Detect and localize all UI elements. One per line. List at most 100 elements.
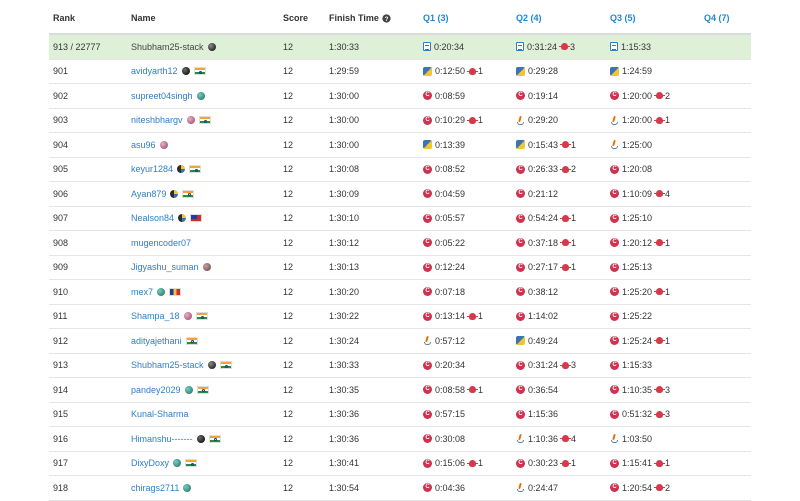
accepted-time: 0:30:23 bbox=[528, 458, 559, 469]
q1-submission-cell[interactable]: 0:08:52 bbox=[423, 158, 465, 182]
accepted-time: 0:12:24 bbox=[435, 262, 466, 273]
user-name-link[interactable]: pandey2029 bbox=[131, 385, 181, 395]
header-rank: Rank bbox=[53, 13, 76, 23]
accepted-time: 1:20:54 bbox=[622, 482, 653, 493]
q2-submission-cell[interactable]: 1:10:36 4 bbox=[516, 427, 576, 451]
accepted-time: 0:08:58 bbox=[435, 384, 466, 395]
name-cell: chirags2711 bbox=[131, 476, 192, 500]
user-name-link[interactable]: asu96 bbox=[131, 140, 156, 150]
rank-value: 903 bbox=[53, 115, 69, 126]
q3-submission-cell[interactable]: 1:20:00 2 bbox=[610, 84, 670, 108]
score-cell: 12 bbox=[283, 60, 293, 84]
user-name-link[interactable]: keyur1284 bbox=[131, 164, 173, 174]
q1-submission-cell[interactable]: 0:57:12 bbox=[423, 329, 465, 353]
q2-submission-cell[interactable]: 0:37:18 1 bbox=[516, 231, 576, 255]
user-name-link[interactable]: Ayan879 bbox=[131, 189, 166, 199]
q3-submission-cell[interactable]: 1:15:33 bbox=[610, 35, 651, 59]
user-name-link[interactable]: mugencoder07 bbox=[131, 238, 191, 248]
q2-submission-cell[interactable]: 0:30:23 1 bbox=[516, 452, 576, 476]
q3-submission-cell[interactable]: 1:24:59 bbox=[610, 60, 652, 84]
q1-submission-cell[interactable]: 0:12:50 1 bbox=[423, 60, 483, 84]
q1-submission-cell[interactable]: 0:20:34 bbox=[423, 35, 464, 59]
rank-cell: 902 bbox=[53, 84, 68, 108]
header-q1[interactable]: Q1 (3) bbox=[423, 13, 449, 23]
header-q2[interactable]: Q2 (4) bbox=[516, 13, 542, 23]
user-name-link[interactable]: Himanshu------- bbox=[131, 434, 193, 444]
q3-submission-cell[interactable]: 1:03:50 bbox=[610, 427, 652, 451]
q1-submission-cell[interactable]: 0:57:15 bbox=[423, 403, 465, 427]
user-name-link[interactable]: Jigyashu_suman bbox=[131, 262, 199, 272]
q3-submission-cell[interactable]: 1:15:33 bbox=[610, 354, 652, 378]
q2-submission-cell[interactable]: 0:36:54 bbox=[516, 378, 558, 402]
q3-submission-cell[interactable]: 1:25:20 1 bbox=[610, 280, 670, 304]
q3-submission-cell[interactable]: 1:25:10 bbox=[610, 207, 652, 231]
user-name-link[interactable]: DixyDoxy bbox=[131, 458, 169, 468]
q3-submission-cell[interactable]: 1:25:13 bbox=[610, 256, 652, 280]
header-q3[interactable]: Q3 (5) bbox=[610, 13, 636, 23]
user-name-link[interactable]: Shampa_18 bbox=[131, 311, 180, 321]
user-name-link[interactable]: Kunal-Sharma bbox=[131, 409, 189, 419]
q1-submission-cell[interactable]: 0:04:36 bbox=[423, 476, 465, 500]
q1-submission-cell[interactable]: 0:10:29 1 bbox=[423, 109, 483, 133]
user-name-link[interactable]: chirags2711 bbox=[131, 483, 179, 493]
user-name-link[interactable]: avidyarth12 bbox=[131, 66, 178, 76]
user-name-link[interactable]: Shubham25-stack bbox=[131, 360, 204, 370]
q1-submission-cell[interactable]: 0:05:22 bbox=[423, 231, 465, 255]
header-q4[interactable]: Q4 (7) bbox=[704, 13, 730, 23]
q1-submission-cell[interactable]: 0:07:18 bbox=[423, 280, 465, 304]
q3-submission-cell[interactable]: 1:20:00 1 bbox=[610, 109, 670, 133]
wrong-answer-count: 1 bbox=[665, 237, 671, 248]
svg-text:?: ? bbox=[384, 15, 388, 22]
user-name-link[interactable]: supreet04singh bbox=[131, 91, 193, 101]
q2-submission-cell[interactable]: 0:38:12 bbox=[516, 280, 558, 304]
q2-submission-cell[interactable]: 0:19:14 bbox=[516, 84, 558, 108]
rank-value: 906 bbox=[53, 188, 69, 199]
q1-submission-cell[interactable]: 0:05:57 bbox=[423, 207, 465, 231]
user-badge-icon bbox=[196, 434, 205, 443]
q3-submission-cell[interactable]: 1:25:22 bbox=[610, 305, 652, 329]
user-name-link[interactable]: Nealson84 bbox=[131, 213, 174, 223]
q1-submission-cell[interactable]: 0:15:06 1 bbox=[423, 452, 483, 476]
q2-submission-cell[interactable]: 0:27:17 1 bbox=[516, 256, 576, 280]
score-value: 12 bbox=[283, 213, 294, 224]
q2-submission-cell[interactable]: 0:29:28 bbox=[516, 60, 558, 84]
wrong-answer-count: 1 bbox=[665, 458, 671, 469]
user-name-link[interactable]: niteshbhargv bbox=[131, 115, 183, 125]
q3-submission-cell[interactable]: 1:10:35 3 bbox=[610, 378, 670, 402]
q2-submission-cell[interactable]: 0:24:47 bbox=[516, 476, 558, 500]
q2-submission-cell[interactable]: 1:14:02 bbox=[516, 305, 558, 329]
wrong-answer-count: 1 bbox=[478, 115, 484, 126]
user-name-link[interactable]: adityajethani bbox=[131, 336, 182, 346]
q1-submission-cell[interactable]: 0:30:08 bbox=[423, 427, 465, 451]
q2-submission-cell[interactable]: 0:54:24 1 bbox=[516, 207, 576, 231]
q2-submission-cell[interactable]: 0:15:43 1 bbox=[516, 133, 576, 157]
q2-submission-cell[interactable]: 0:49:24 bbox=[516, 329, 558, 353]
q2-submission-cell[interactable]: 1:15:36 bbox=[516, 403, 558, 427]
q1-submission-cell[interactable]: 0:13:14 1 bbox=[423, 305, 483, 329]
q3-submission-cell[interactable]: 1:20:08 bbox=[610, 158, 652, 182]
q2-submission-cell[interactable]: 0:29:20 bbox=[516, 109, 558, 133]
q2-submission-cell[interactable]: 0:31:24 3 bbox=[516, 35, 575, 59]
q1-submission-cell[interactable]: 0:04:59 bbox=[423, 182, 465, 206]
q3-submission-cell[interactable]: 1:10:09 4 bbox=[610, 182, 670, 206]
q2-submission-cell[interactable]: 0:31:24 3 bbox=[516, 354, 576, 378]
q1-submission-cell[interactable]: 0:12:24 bbox=[423, 256, 465, 280]
user-name-link[interactable]: mex7 bbox=[131, 287, 153, 297]
q3-submission-cell[interactable]: 1:25:24 1 bbox=[610, 329, 670, 353]
question-circle-icon[interactable]: ? bbox=[382, 13, 391, 23]
score-cell: 12 bbox=[283, 305, 293, 329]
score-value: 12 bbox=[283, 262, 294, 273]
user-name-link[interactable]: Shubham25-stack bbox=[131, 42, 204, 52]
q3-submission-cell[interactable]: 1:25:00 bbox=[610, 133, 652, 157]
q3-submission-cell[interactable]: 1:20:12 1 bbox=[610, 231, 670, 255]
q1-submission-cell[interactable]: 0:08:58 1 bbox=[423, 378, 483, 402]
q2-submission-cell[interactable]: 0:21:12 bbox=[516, 182, 558, 206]
score-value: 12 bbox=[283, 482, 294, 493]
q1-submission-cell[interactable]: 0:13:39 bbox=[423, 133, 465, 157]
q3-submission-cell[interactable]: 1:15:41 1 bbox=[610, 452, 670, 476]
q3-submission-cell[interactable]: 1:20:54 2 bbox=[610, 476, 670, 500]
q2-submission-cell[interactable]: 0:26:33 2 bbox=[516, 158, 576, 182]
q1-submission-cell[interactable]: 0:20:34 bbox=[423, 354, 465, 378]
q1-submission-cell[interactable]: 0:08:59 bbox=[423, 84, 465, 108]
q3-submission-cell[interactable]: 0:51:32 3 bbox=[610, 403, 670, 427]
